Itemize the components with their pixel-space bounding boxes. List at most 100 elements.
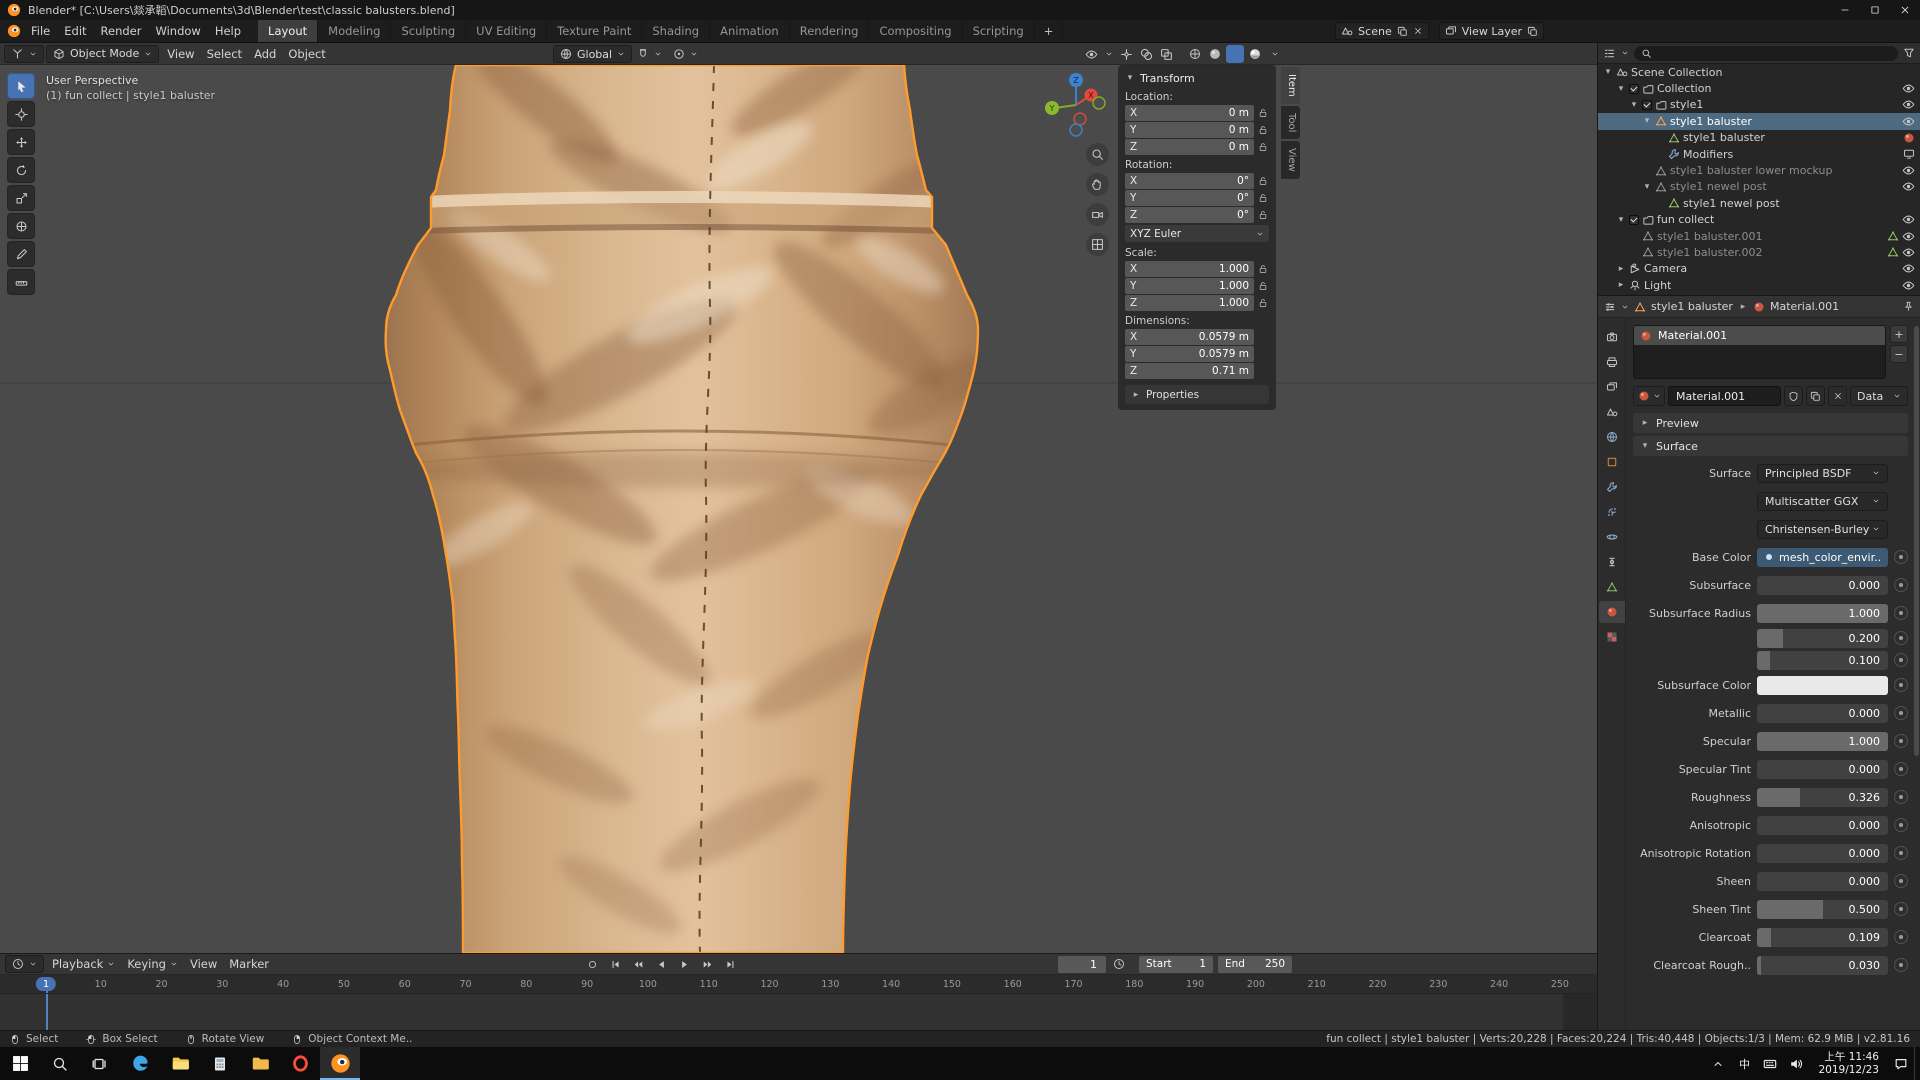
shading-solid-button[interactable] [1206,45,1224,63]
camera-view-button[interactable] [1086,203,1109,226]
animate-dot-button[interactable] [1894,550,1908,564]
specular-tint-slider[interactable]: 0.000 [1757,760,1888,779]
outliner-row-fun-collect-9[interactable]: ▾fun collect [1598,212,1920,228]
visibility-dropdown-icon[interactable] [1105,50,1113,58]
tool-select-box[interactable] [7,73,35,99]
properties-tab-physics[interactable] [1599,526,1625,548]
unlink-material-button[interactable] [1828,386,1847,406]
shading-rendered-button[interactable] [1246,45,1264,63]
new-material-button[interactable] [1806,386,1825,406]
workspace-tab-layout[interactable]: Layout [258,20,318,42]
scale-z-field[interactable]: Z1.000 [1125,295,1254,311]
outliner-row-scene-collection-0[interactable]: ▾Scene Collection [1598,64,1920,80]
animate-dot-button[interactable] [1894,631,1908,645]
lock-open-icon[interactable] [1257,142,1269,152]
visibility-toggle-icon[interactable] [1085,48,1098,61]
anisotropic-rotation-slider[interactable]: 0.000 [1757,844,1888,863]
outliner-row-style1-baluster-3[interactable]: ▾style1 baluster [1598,113,1920,129]
sidebar-tab-tool[interactable]: Tool [1281,106,1300,139]
animate-dot-button[interactable] [1894,958,1908,972]
lock-open-icon[interactable] [1257,210,1269,220]
lock-open-icon[interactable] [1257,298,1269,308]
navigation-gizmo[interactable]: Z Y X [1040,69,1112,144]
play-button[interactable] [675,956,694,972]
xray-toggle-icon[interactable] [1160,48,1173,61]
eye-icon[interactable] [1902,82,1915,95]
tool-measure[interactable] [7,269,35,295]
location-z-field[interactable]: Z0 m [1125,139,1254,155]
properties-tab-material[interactable] [1599,601,1625,623]
end-frame-field[interactable]: End 250 [1218,956,1292,973]
start-frame-field[interactable]: Start 1 [1139,956,1213,973]
material-link-dropdown[interactable]: Data [1850,386,1908,406]
minimize-button[interactable] [1830,0,1860,20]
timeline-menu-playback[interactable]: Playback [46,954,121,974]
properties-scrollbar[interactable] [1914,326,1919,756]
menu-file[interactable]: File [24,20,57,42]
tool-rotate[interactable] [7,157,35,183]
animate-dot-button[interactable] [1894,818,1908,832]
lock-open-icon[interactable] [1257,125,1269,135]
viewport-menu-object[interactable]: Object [282,43,331,64]
disclosure-open-icon[interactable]: ▾ [1642,182,1652,192]
outliner-row-collection-1[interactable]: ▾Collection [1598,80,1920,96]
chevron-down-icon[interactable] [1621,303,1629,311]
eye-icon[interactable] [1902,98,1915,111]
animate-dot-button[interactable] [1894,846,1908,860]
outliner-row-style1-baluster-4[interactable]: style1 baluster [1598,130,1920,146]
disclosure-closed-icon[interactable]: ▸ [1616,264,1626,274]
subsurface-radius-slider[interactable]: 1.000 [1757,604,1888,623]
menu-window[interactable]: Window [148,20,207,42]
workspace-tab-uv-editing[interactable]: UV Editing [466,20,547,42]
outliner-editor-icon[interactable] [1603,47,1616,60]
chevron-down-icon[interactable] [1621,49,1629,57]
timeline-track-area[interactable] [0,994,1597,1030]
taskbar-search-button[interactable] [40,1047,80,1080]
properties-tab-view-layer[interactable] [1599,376,1625,398]
properties-tab-object[interactable] [1599,451,1625,473]
subsurface-color-swatch[interactable] [1757,676,1888,695]
sheen-slider[interactable]: 0.000 [1757,872,1888,891]
value-slider[interactable]: 0.200 [1757,629,1888,648]
action-center-button[interactable] [1888,1047,1914,1080]
sidebar-tab-item[interactable]: Item [1281,67,1300,104]
properties-tab-texture[interactable] [1599,626,1625,648]
tool-transform[interactable] [7,213,35,239]
pan-button[interactable] [1086,173,1109,196]
material-icon[interactable] [1903,132,1915,144]
preview-panel-header[interactable]: ▸ Preview [1633,413,1908,433]
metallic-slider[interactable]: 0.000 [1757,704,1888,723]
lock-open-icon[interactable] [1257,193,1269,203]
outliner-row-camera-12[interactable]: ▸Camera [1598,261,1920,277]
tool-cursor[interactable] [7,101,35,127]
animate-dot-button[interactable] [1894,678,1908,692]
overlays-toggle-icon[interactable] [1140,48,1153,61]
eye-icon[interactable] [1902,279,1915,292]
material-slot-row[interactable]: Material.001 [1634,326,1885,345]
taskbar-edge-button[interactable] [120,1047,160,1080]
zoom-button[interactable] [1086,143,1109,166]
taskbar-start-button[interactable] [0,1047,40,1080]
outliner-row-light-13[interactable]: ▸Light [1598,277,1920,293]
rotation-z-field[interactable]: Z0° [1125,207,1254,223]
new-scene-icon[interactable] [1397,26,1408,37]
use-preview-range-icon[interactable] [1113,958,1125,970]
disclosure-open-icon[interactable]: ▾ [1642,116,1652,126]
specular-slider[interactable]: 1.000 [1757,732,1888,751]
taskbar-calculator-button[interactable] [200,1047,240,1080]
add-workspace-button[interactable]: + [1035,20,1064,42]
timeline-editor-type-button[interactable] [5,955,44,973]
menu-render[interactable]: Render [94,20,149,42]
properties-tab-constraints[interactable] [1599,551,1625,573]
screen-icon[interactable] [1903,148,1915,160]
outliner-row-style1-baluster-001-10[interactable]: style1 baluster.001 [1598,228,1920,244]
viewport-menu-view[interactable]: View [161,43,200,64]
rotation-mode-dropdown[interactable]: XYZ Euler [1125,225,1269,242]
outliner-row-style1-2[interactable]: ▾style1 [1598,97,1920,113]
view-layer-selector[interactable]: View Layer [1439,22,1544,40]
transform-orientation-dropdown[interactable]: Global [553,45,632,63]
maximize-button[interactable] [1860,0,1890,20]
current-frame-field[interactable]: 1 [1058,956,1106,973]
viewport-menu-select[interactable]: Select [201,43,248,64]
collection-checkbox[interactable] [1629,84,1639,94]
